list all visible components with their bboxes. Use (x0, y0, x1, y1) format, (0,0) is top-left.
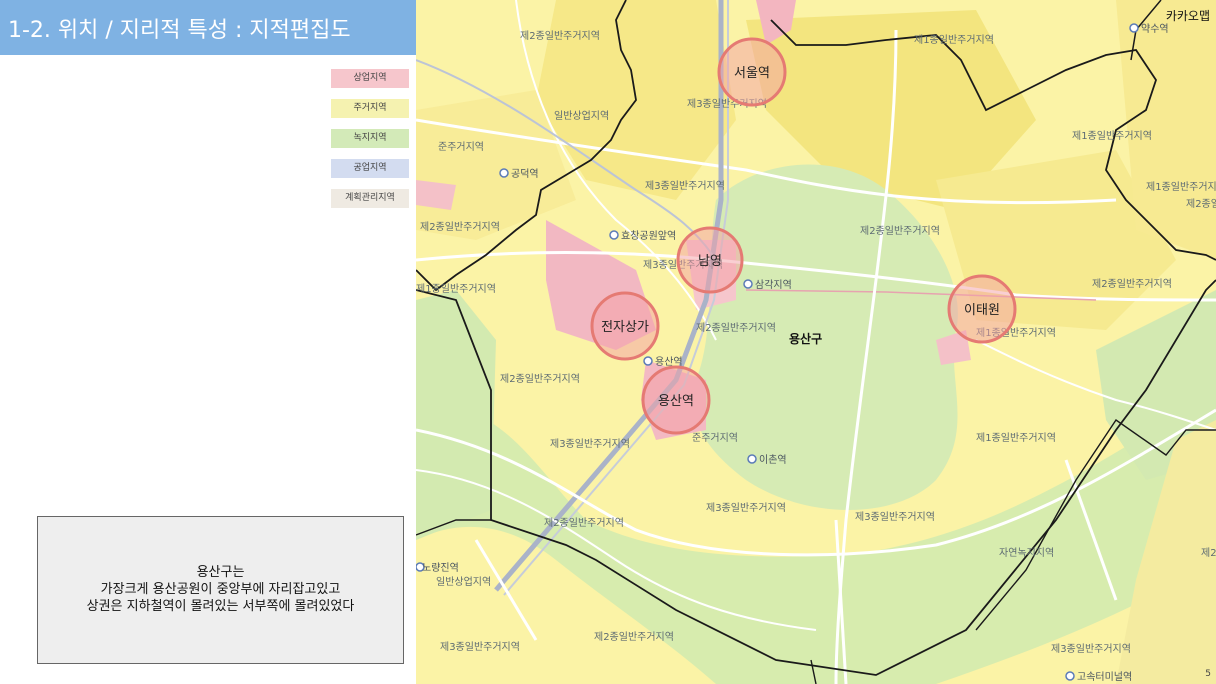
description-line: 상권은 지하철역이 몰려있는 서부쪽에 몰려있었다 (86, 599, 355, 614)
district-label: 용산구 (789, 331, 822, 346)
zone-label: 제1종일반주거지역 (976, 432, 1056, 444)
zone-label: 준주거지역 (438, 141, 484, 153)
zone-label: 제2종일반주거지역 (594, 631, 674, 643)
station-label[interactable]: 삼각지역 (755, 279, 792, 291)
zone-label: 제3종일반주거지역 (550, 438, 630, 450)
legend-residential: 주거지역 (331, 99, 409, 118)
zone-label: 자연녹지지역 (999, 547, 1054, 559)
zone-label: 제1종일반주거지역 (1146, 181, 1216, 193)
zone-label: 제3종일반주거지역 (440, 641, 520, 653)
highlight-label: 서울역 (734, 66, 770, 81)
zone-label: 제3종일반주거지역 (706, 502, 786, 514)
zone-label: 제2종일반주거지역 (500, 373, 580, 385)
zone-label: 제2종일반주거지역 (860, 225, 940, 237)
highlight-label: 전자상가 (601, 320, 649, 335)
highlight-itaewon[interactable]: 이태원 (947, 274, 1017, 344)
zoning-legend: 상업지역 주거지역 녹지지역 공업지역 계획관리지역 (331, 69, 409, 219)
zone-label: 제3종일반주거지역 (645, 180, 725, 192)
zone-label: 제2종일반주거지역 (696, 322, 776, 334)
highlight-label: 용산역 (658, 394, 694, 409)
zone-label: 제1종일반주거지역 (1072, 130, 1152, 142)
highlight-label: 이태원 (964, 303, 1000, 318)
zone-label: 제2종일반주거지역 (420, 221, 500, 233)
map-provider-logo: 카카오맵 (1165, 9, 1210, 23)
station-label[interactable]: 고속터미널역 (1077, 671, 1132, 683)
zone-label: 준주거지역 (692, 432, 738, 444)
zone-label: 제2종일반주거지역 (520, 30, 600, 42)
station-label[interactable]: 노량진역 (422, 562, 459, 574)
zone-label: 제3종일반주거지역 (1051, 643, 1131, 655)
legend-planned-management: 계획관리지역 (331, 189, 409, 208)
highlight-yongsan-station[interactable]: 용산역 (641, 365, 711, 435)
station-label[interactable]: 효창공원앞역 (621, 230, 676, 242)
zone-label: 제1종일반주거지역 (416, 283, 496, 295)
commercial-zone (416, 180, 456, 210)
zone-label: 제3종일반주거지역 (855, 511, 935, 523)
description-line: 용산구는 (196, 565, 245, 580)
zone-label: 일반상업지역 (436, 575, 491, 588)
zone-label: 제2종일반주거지역 (1201, 547, 1216, 559)
station-label[interactable]: 이촌역 (759, 454, 787, 466)
zone-label: 제2종일반주거지역 (1186, 198, 1216, 210)
highlight-electronics-market[interactable]: 전자상가 (590, 291, 660, 361)
zone-label: 제1종일반주거지역 (914, 34, 994, 46)
map-canvas[interactable]: 제2종일반주거지역 제1종일반주거지역 일반상업지역 제3종일반주거지역 준주거… (416, 0, 1216, 684)
highlight-label: 남영 (698, 254, 722, 269)
legend-industrial: 공업지역 (331, 159, 409, 178)
station-label[interactable]: 공덕역 (511, 168, 539, 180)
station-label[interactable]: 약수역 (1141, 23, 1169, 35)
green-zone (416, 290, 496, 540)
page-title: 1-2. 위치 / 지리적 특성 : 지적편집도 (8, 18, 351, 43)
zone-label: 제2종일반주거지역 (1092, 278, 1172, 290)
title-bar: 1-2. 위치 / 지리적 특성 : 지적편집도 (0, 0, 416, 55)
page-number: 5 (1205, 669, 1211, 679)
zoning-map[interactable]: 제2종일반주거지역 제1종일반주거지역 일반상업지역 제3종일반주거지역 준주거… (416, 0, 1216, 684)
highlight-seoul-station[interactable]: 서울역 (717, 37, 787, 107)
zone-label: 제2종일반주거지역 (544, 517, 624, 529)
zone-label: 일반상업지역 (554, 109, 609, 122)
highlight-namyeong[interactable]: 남영 (676, 226, 744, 294)
legend-commercial: 상업지역 (331, 69, 409, 88)
legend-green: 녹지지역 (331, 129, 409, 148)
description-line: 가장크게 용산공원이 중앙부에 자리잡고있고 (100, 582, 341, 597)
description-box: 용산구는 가장크게 용산공원이 중앙부에 자리잡고있고 상권은 지하철역이 몰려… (37, 516, 404, 664)
